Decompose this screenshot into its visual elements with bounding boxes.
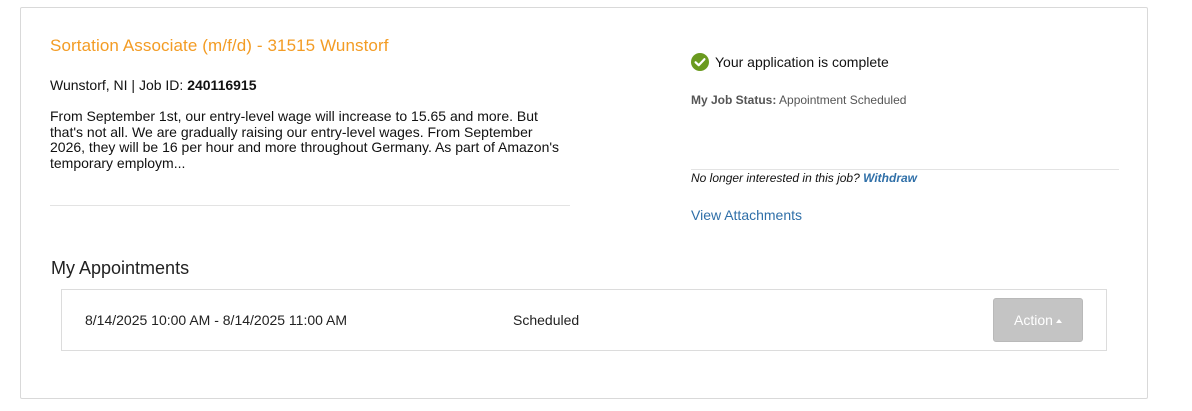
appointments-heading: My Appointments <box>51 258 190 278</box>
withdraw-line: No longer interested in this job? Withdr… <box>691 171 917 185</box>
appointment-time: 8/14/2025 10:00 AM - 8/14/2025 11:00 AM <box>85 312 348 328</box>
job-status-value: Appointment Scheduled <box>779 93 907 107</box>
job-description: From September 1st, our entry-level wage… <box>50 108 560 171</box>
job-title[interactable]: Sortation Associate (m/f/d) - 31515 Wuns… <box>50 36 389 56</box>
left-divider <box>50 205 570 206</box>
check-circle-icon <box>691 53 709 71</box>
job-location: Wunstorf, NI | Job ID: <box>50 77 188 93</box>
appointment-row: 8/14/2025 10:00 AM - 8/14/2025 11:00 AM … <box>61 289 1107 351</box>
action-button[interactable]: Action <box>993 298 1083 342</box>
job-meta: Wunstorf, NI | Job ID: 240116915 <box>50 77 257 93</box>
appointment-status: Scheduled <box>513 312 580 328</box>
withdraw-prompt: No longer interested in this job? <box>691 171 860 185</box>
withdraw-link[interactable]: Withdraw <box>863 171 917 185</box>
right-divider <box>691 169 1119 170</box>
view-attachments-link[interactable]: View Attachments <box>691 207 802 223</box>
application-complete-text: Your application is complete <box>715 54 889 70</box>
application-status-line: Your application is complete <box>691 52 889 72</box>
caret-up-icon <box>1055 319 1062 323</box>
action-button-label: Action <box>1014 312 1053 328</box>
job-status: My Job Status: Appointment Scheduled <box>691 93 906 107</box>
job-id: 240116915 <box>187 77 257 93</box>
job-status-label: My Job Status: <box>691 93 777 107</box>
